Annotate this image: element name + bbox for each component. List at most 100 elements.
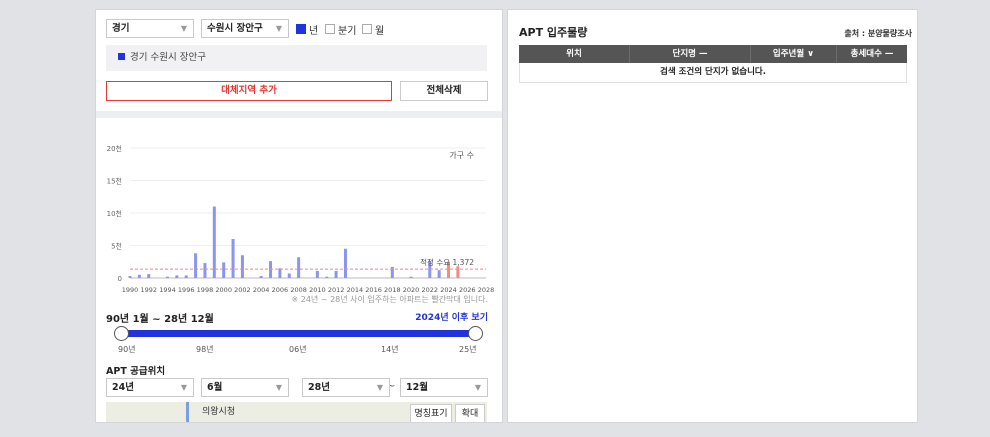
data-bar [297,257,301,278]
chevron-down-icon: ▼ [180,383,187,392]
district-value: 수원시 장안구 [207,23,263,34]
province-select[interactable]: 경기 ▼ [106,19,194,38]
data-bar [437,270,441,278]
y-tick-label: 10천 [107,209,122,218]
checkbox-box[interactable] [325,24,335,34]
move-in-panel: APT 입주물량 출처 : 분양물량조사 위치 단지명 — 입주년월 ∨ 총세대… [507,9,918,423]
y-unit-label: 가구 수 [449,151,474,160]
chevron-down-icon: ▼ [180,24,187,33]
period-year-checkbox[interactable]: 년 [296,23,319,37]
to-year-select[interactable]: 28년 ▼ [302,378,390,397]
data-bar [222,262,226,278]
y-tick-label: 15천 [107,177,122,186]
x-tick-label: 1998 [197,286,214,293]
x-tick-label: 2026 [459,286,476,293]
x-tick-label: 2012 [328,286,345,293]
period-quarter-checkbox[interactable]: 분기 [325,23,357,37]
data-bar [325,276,329,278]
range-tick: 06년 [289,345,307,354]
to-month-select[interactable]: 12월 ▼ [400,378,488,397]
x-tick-label: 2008 [290,286,307,293]
column-header-move-in-date[interactable]: 입주년월 ∨ [751,45,837,63]
map-zoom-button[interactable]: 확대 [455,404,485,422]
selected-region-label: 경기 수원시 장안구 [130,52,206,63]
panel-title: APT 입주물량 [519,26,588,39]
y-tick-label: 5천 [111,242,122,251]
checkbox-box[interactable] [296,24,306,34]
from-month-value: 6월 [207,382,223,393]
empty-table-message: 검색 조건의 단지가 없습니다. [519,63,907,83]
chevron-down-icon: ▼ [474,383,481,392]
from-year-value: 24년 [112,382,134,393]
x-tick-label: 2010 [309,286,326,293]
x-tick-label: 2000 [215,286,232,293]
data-bar [203,263,207,278]
add-region-button[interactable]: 대체지역 추가 [106,81,392,101]
x-tick-label: 2018 [384,286,401,293]
range-slider-track[interactable] [121,330,475,337]
chevron-down-icon: ▼ [275,383,282,392]
data-bar [212,206,216,278]
supply-location-title: APT 공급위치 [106,366,166,377]
x-tick-label: 2028 [478,286,495,293]
period-range-label: 90년 1월 ~ 28년 12월 [106,314,214,325]
map-road [186,402,189,422]
chevron-down-icon: ▼ [376,383,383,392]
data-bar [259,276,263,278]
range-slider-start-handle[interactable] [114,326,129,341]
table-header: 위치 단지명 — 입주년월 ∨ 총세대수 — [519,45,907,63]
from-month-select[interactable]: 6월 ▼ [201,378,289,397]
map-name-toggle-button[interactable]: 명칭표기 [410,404,452,422]
x-tick-label: 2004 [253,286,270,293]
to-year-value: 28년 [308,382,330,393]
range-slider-end-handle[interactable] [468,326,483,341]
supply-map[interactable]: 의왕시청 명칭표기 확대 [106,402,487,422]
x-tick-label: 2002 [234,286,251,293]
map-place-label: 의왕시청 [202,407,236,417]
y-tick-label: 0 [118,275,122,283]
range-tick: 14년 [381,345,399,354]
chevron-down-icon: ▼ [275,24,282,33]
delete-all-button[interactable]: 전체삭제 [400,81,488,101]
data-bar [456,266,460,278]
y-tick-label: 20천 [107,144,122,153]
data-bar [334,270,338,278]
x-tick-label: 1990 [122,286,139,293]
supply-bar-chart: 0 5천 10천 15천 20천 1990 1992 1994 1996 1998 2000 2002… [107,144,495,293]
column-header-location[interactable]: 위치 [519,45,630,63]
data-bar [278,268,282,278]
period-year-label: 년 [309,25,319,37]
filter-panel: 경기 ▼ 수원시 장안구 ▼ 년 분기 월 경기 수원시 장안구 대체지역 추가 전… [95,9,503,423]
x-tick-label: 2014 [347,286,364,293]
data-bar [409,276,413,278]
column-header-complex[interactable]: 단지명 — [630,45,751,63]
to-month-value: 12월 [406,382,428,393]
range-tick: 98년 [196,345,214,354]
period-quarter-label: 분기 [338,25,357,37]
data-bar [231,239,235,278]
view-after-2024-link[interactable]: 2024년 이후 보기 [415,310,488,323]
x-tick-label: 2020 [403,286,420,293]
data-bar [175,275,179,278]
column-header-households[interactable]: 총세대수 — [837,45,907,63]
data-bar [184,275,188,278]
period-month-label: 월 [375,25,385,37]
section-divider [96,111,502,118]
square-bullet-icon [118,53,125,60]
data-bar [147,274,151,278]
period-month-checkbox[interactable]: 월 [362,23,385,37]
data-bar [240,255,244,278]
from-year-select[interactable]: 24년 ▼ [106,378,194,397]
data-bar [287,273,291,278]
data-source: 출처 : 분양물량조사 [844,29,912,38]
range-tick: 25년 [459,345,477,354]
x-tick-label: 1994 [159,286,176,293]
chart-note: ※ 24년 ~ 28년 사이 입주하는 아파트는 빨간막대 입니다. [291,295,489,304]
x-tick-label: 2022 [422,286,439,293]
x-tick-label: 2006 [272,286,289,293]
district-select[interactable]: 수원시 장안구 ▼ [201,19,289,38]
checkbox-box[interactable] [362,24,372,34]
range-tick: 90년 [118,345,136,354]
data-bar [128,276,132,278]
x-tick-label: 1992 [140,286,157,293]
